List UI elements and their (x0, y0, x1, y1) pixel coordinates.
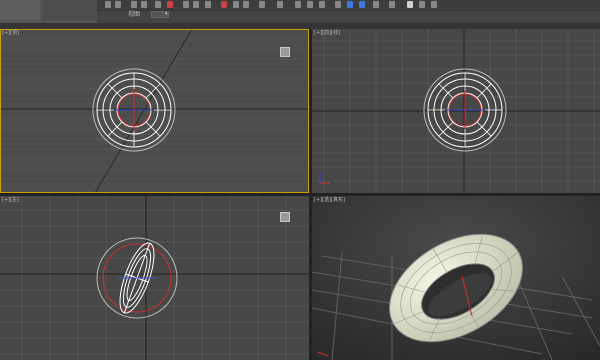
viewport-perspective-label[interactable]: [+][透][真实] (314, 197, 345, 203)
toolbar-row-2 (97, 11, 600, 23)
viewport-divider-horizontal[interactable] (0, 193, 600, 196)
viewport-front-label[interactable]: [+][前][线] (314, 30, 340, 36)
select-filter-icon[interactable] (167, 1, 173, 8)
angle-snap-icon[interactable] (307, 1, 313, 8)
curve-editor-icon[interactable] (373, 1, 379, 8)
rect-select-icon[interactable] (205, 1, 211, 8)
move-icon[interactable] (221, 1, 227, 8)
render-setup-icon[interactable] (407, 1, 413, 8)
viewcube-icon[interactable] (280, 47, 290, 57)
coord-icon[interactable] (259, 1, 265, 8)
viewport-front[interactable]: [+][前][线] (312, 29, 600, 193)
viewport-perspective-canvas (312, 196, 600, 360)
undo-icon[interactable] (105, 1, 111, 8)
viewport-top-canvas (0, 29, 309, 193)
viewport-left-label[interactable]: [+][左] (2, 197, 19, 203)
toolbar-tab-a[interactable] (0, 0, 40, 20)
scale-icon[interactable] (243, 1, 249, 8)
redo-icon[interactable] (115, 1, 121, 8)
select-icon[interactable] (183, 1, 189, 8)
link-icon[interactable] (131, 1, 137, 8)
pivot-icon[interactable] (277, 1, 283, 8)
percent-snap-icon[interactable] (319, 1, 325, 8)
chevron-down-icon[interactable]: ▾ (165, 11, 168, 18)
bind-icon[interactable] (155, 1, 161, 8)
viewport-front-canvas (312, 29, 600, 193)
viewport-left[interactable]: [+][左] (0, 196, 309, 360)
material-editor-icon[interactable] (389, 1, 395, 8)
reference-coord-label: 视图 (128, 11, 141, 18)
select-by-name-icon[interactable] (193, 1, 199, 8)
rotate-icon[interactable] (233, 1, 239, 8)
viewcube-icon[interactable] (280, 212, 290, 222)
viewport-top[interactable]: [+][顶] (0, 29, 309, 193)
max-workspace: 视图 ▾ [+][顶] [+][前][线] [+][左] [+][透][真实] (0, 0, 600, 360)
layer-icon[interactable] (359, 1, 365, 8)
unlink-icon[interactable] (141, 1, 147, 8)
render-frame-icon[interactable] (419, 1, 425, 8)
toolbar-row-1 (97, 0, 600, 11)
snap-icon[interactable] (295, 1, 301, 8)
render-icon[interactable] (431, 1, 437, 8)
mirror-icon[interactable] (335, 1, 341, 8)
viewport-top-label[interactable]: [+][顶] (2, 30, 19, 36)
toolbar-tab-b[interactable] (42, 0, 97, 20)
align-icon[interactable] (347, 1, 353, 8)
viewport-left-canvas (0, 196, 309, 360)
viewport-perspective[interactable]: [+][透][真实] (312, 196, 600, 360)
